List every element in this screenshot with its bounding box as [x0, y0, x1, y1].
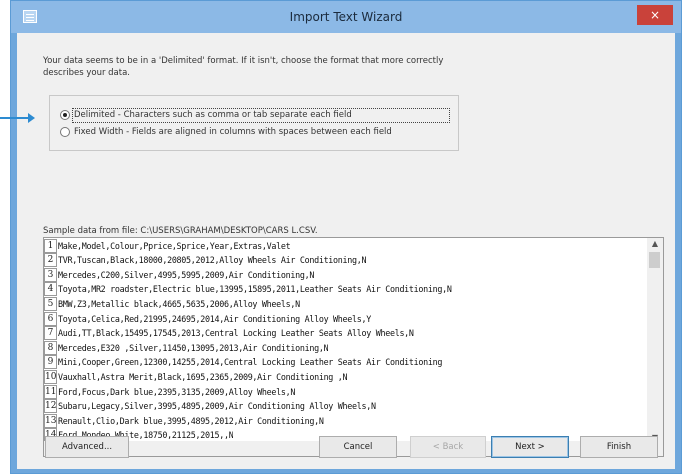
finish-button[interactable]: Finish [580, 436, 658, 458]
fixed-width-radio[interactable] [60, 127, 70, 137]
back-button[interactable]: < Back [410, 436, 486, 458]
advanced-button[interactable]: Advanced... [45, 436, 129, 458]
next-button[interactable]: Next > [491, 436, 569, 458]
row-text: Mercedes,C200,Silver,4995,5995,2009,Air … [58, 269, 315, 280]
row-number: 13 [44, 413, 57, 428]
row-number: 6 [44, 311, 57, 326]
row-number: 4 [44, 282, 57, 297]
delimited-radio[interactable] [60, 110, 70, 120]
row-number: 5 [44, 296, 57, 311]
row-text: Make,Model,Colour,Pprice,Sprice,Year,Ext… [58, 240, 291, 251]
sample-row: 7 Audi,TT,Black,15495,17545,2013,Central … [44, 326, 414, 341]
sample-row: 4 Toyota,MR2 roadster,Electric blue,13995… [44, 282, 452, 297]
row-text: BMW,Z3,Metallic black,4665,5635,2006,All… [58, 298, 300, 309]
sample-row: 12 Subaru,Legacy,Silver,3995,4895,2009,Ai… [44, 399, 376, 414]
sample-data-label: Sample data from file: C:\USERS\GRAHAM\D… [43, 226, 318, 236]
sample-row: 6 Toyota,Celica,Red,21995,24695,2014,Air … [44, 311, 371, 326]
row-text: Vauxhall,Astra Merit,Black,1695,2365,200… [58, 371, 348, 382]
row-number: 12 [44, 399, 57, 414]
row-number: 11 [44, 384, 57, 399]
sample-row: 1 Make,Model,Colour,Pprice,Sprice,Year,Ex… [44, 238, 290, 253]
cancel-button[interactable]: Cancel [319, 436, 397, 458]
row-number: 7 [44, 326, 57, 341]
sample-row: 2 TVR,Tuscan,Black,18000,20805,2012,Alloy… [44, 253, 366, 268]
row-text: Ford,Focus,Dark blue,2395,3135,2009,Allo… [58, 386, 296, 397]
sample-row: 5 BMW,Z3,Metallic black,4665,5635,2006,Al… [44, 296, 300, 311]
sample-row: 11 Ford,Focus,Dark blue,2395,3135,2009,Al… [44, 384, 295, 399]
row-number: 9 [44, 355, 57, 370]
intro-text: Your data seems to be in a 'Delimited' f… [43, 56, 444, 78]
sample-row: 13 Renault,Clio,Dark blue,3995,4895,2012,… [44, 413, 324, 428]
row-number: 10 [44, 369, 57, 384]
row-number: 1 [44, 238, 57, 253]
sample-row: 9 Mini,Cooper,Green,12300,14255,2014,Cent… [44, 355, 442, 370]
vertical-scroll-thumb[interactable] [649, 252, 660, 268]
row-text: Renault,Clio,Dark blue,3995,4895,2012,Ai… [58, 415, 324, 426]
scroll-up-icon[interactable]: ▲ [647, 239, 663, 248]
delimited-label[interactable]: Delimited - Characters such as comma or … [74, 110, 352, 120]
title-bar[interactable]: Import Text Wizard × [11, 1, 681, 33]
vertical-scrollbar[interactable]: ▲ ▼ [647, 238, 663, 443]
sample-data-preview[interactable]: 1 Make,Model,Colour,Pprice,Sprice,Year,Ex… [43, 237, 664, 457]
row-text: Audi,TT,Black,15495,17545,2013,Central L… [58, 328, 414, 339]
fixed-width-label[interactable]: Fixed Width - Fields are aligned in colu… [74, 127, 392, 137]
row-number: 2 [44, 253, 57, 268]
sample-row: 10 Vauxhall,Astra Merit,Black,1695,2365,2… [44, 369, 347, 384]
sample-row: 8 Mercedes,E320 ,Silver,11450,13095,2013,… [44, 340, 328, 355]
callout-arrow-icon [28, 113, 35, 123]
sample-row: 3 Mercedes,C200,Silver,4995,5995,2009,Air… [44, 267, 314, 282]
row-text: TVR,Tuscan,Black,18000,20805,2012,Alloy … [58, 255, 367, 266]
import-text-wizard-window: Import Text Wizard × Your data seems to … [10, 0, 682, 474]
row-number: 8 [44, 340, 57, 355]
row-number: 3 [44, 267, 57, 282]
wizard-body: Your data seems to be in a 'Delimited' f… [17, 33, 675, 469]
option-fixed-width[interactable]: Fixed Width - Fields are aligned in colu… [60, 127, 392, 137]
row-text: Toyota,Celica,Red,21995,24695,2014,Air C… [58, 313, 371, 324]
option-delimited[interactable]: Delimited - Characters such as comma or … [60, 110, 352, 120]
row-text: Toyota,MR2 roadster,Electric blue,13995,… [58, 284, 452, 295]
window-title: Import Text Wizard [289, 10, 403, 24]
close-button[interactable]: × [637, 5, 673, 25]
row-text: Mini,Cooper,Green,12300,14255,2014,Centr… [58, 357, 443, 368]
row-text: Subaru,Legacy,Silver,3995,4895,2009,Air … [58, 401, 376, 412]
row-text: Mercedes,E320 ,Silver,11450,13095,2013,A… [58, 342, 329, 353]
format-options-group: Delimited - Characters such as comma or … [49, 95, 459, 151]
